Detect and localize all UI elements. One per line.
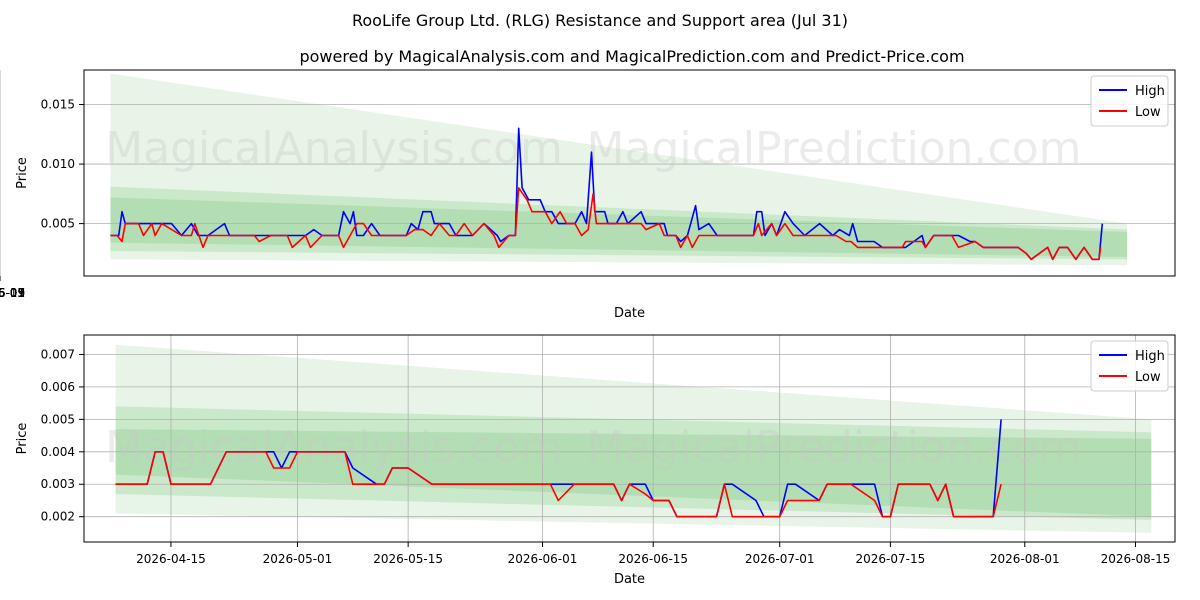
y-tick-label: 0.007: [41, 347, 75, 361]
x-tick-label: 2026-08-15: [1101, 552, 1171, 566]
watermark: MagicalAnalysis.com: [105, 123, 563, 174]
x-tick-label: 2026-08-01: [990, 552, 1060, 566]
watermark: MagicalAnalysis.com: [105, 422, 563, 473]
x-axis-label: Date: [614, 572, 645, 587]
y-tick-label: 0.005: [41, 217, 75, 231]
top-chart-panel: MagicalAnalysis.com MagicalPrediction.com…: [0, 69, 1176, 321]
legend-label-high: High: [1135, 84, 1165, 99]
legend-label-low: Low: [1135, 370, 1161, 385]
x-tick-label: 2026-06-15: [618, 552, 688, 566]
bottom-chart-panel: MagicalAnalysis.com MagicalPrediction.com…: [15, 334, 1176, 587]
legend-label-low: Low: [1135, 105, 1161, 120]
x-tick-label: 2026-05-15: [373, 552, 443, 566]
y-tick-label: 0.010: [41, 157, 75, 171]
x-tick-label: 2026-09: [0, 286, 25, 300]
x-tick-label: 2026-07-01: [745, 552, 815, 566]
legend: High Low: [1090, 340, 1169, 392]
chart-title: RooLife Group Ltd. (RLG) Resistance and …: [352, 11, 848, 30]
chart-subtitle: powered by MagicalAnalysis.com and Magic…: [299, 47, 964, 66]
x-tick-label: 2026-07-15: [856, 552, 926, 566]
chart-figure: RooLife Group Ltd. (RLG) Resistance and …: [0, 11, 1176, 587]
watermark: MagicalPrediction.com: [587, 123, 1082, 174]
legend-label-high: High: [1135, 349, 1165, 364]
y-tick-label: 0.003: [41, 477, 75, 491]
x-tick-label: 2026-05-01: [263, 552, 333, 566]
y-tick-label: 0.006: [41, 380, 75, 394]
watermark: MagicalPrediction.com: [587, 422, 1082, 473]
x-axis-label: Date: [614, 306, 645, 321]
y-axis-label: Price: [15, 423, 30, 455]
y-tick-label: 0.002: [41, 510, 75, 524]
legend: High Low: [1090, 75, 1169, 127]
x-tick-label: 2026-04-15: [136, 552, 206, 566]
y-tick-label: 0.015: [41, 98, 75, 112]
y-tick-label: 0.005: [41, 412, 75, 426]
x-tick-label: 2026-06-01: [508, 552, 578, 566]
y-axis-label: Price: [15, 157, 30, 189]
y-tick-label: 0.004: [41, 445, 75, 459]
